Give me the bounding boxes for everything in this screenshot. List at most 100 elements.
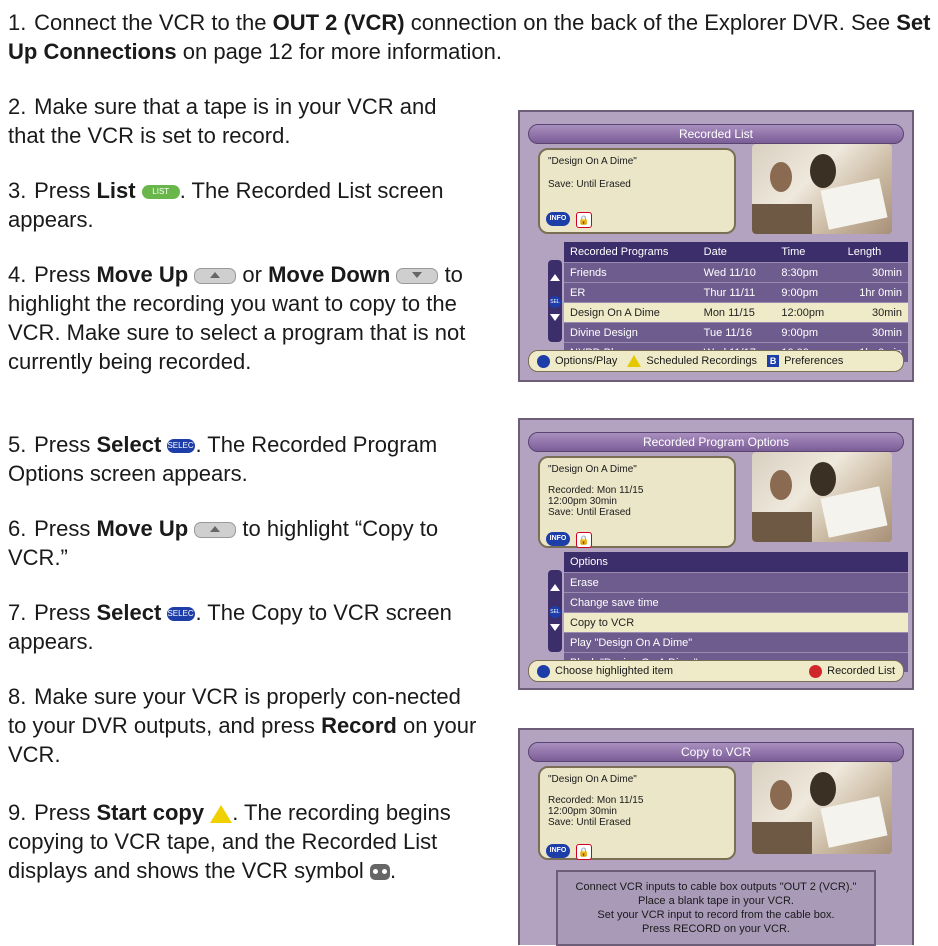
footer-label: Scheduled Recordings <box>646 355 758 367</box>
list-key-icon: LIST <box>141 185 180 200</box>
copy-to-vcr-screen: Copy to VCR "Design On A Dime" Recorded:… <box>518 728 914 946</box>
footer-label: Options/Play <box>555 355 618 367</box>
message-line: Place a blank tape in your VCR. <box>638 895 794 907</box>
step-1: 1. Connect the VCR to the OUT 2 (VCR) co… <box>8 8 933 66</box>
table-row[interactable]: ER Thur 11/11 9:00pm 1hr 0min <box>564 282 908 303</box>
info-icons: INFO 🔒 <box>546 532 592 548</box>
step-2: 2. Make sure that a tape is in your VCR … <box>8 92 468 150</box>
menu-item-selected[interactable]: Copy to VCR <box>564 612 908 633</box>
table-cell: Wed 11/10 <box>697 262 776 283</box>
step-6: 6. Press Move Up to highlight “Copy to V… <box>8 514 488 572</box>
program-thumbnail <box>752 144 892 234</box>
table-row[interactable]: Friends Wed 11/10 8:30pm 30min <box>564 262 908 283</box>
footer-scheduled[interactable]: Scheduled Recordings <box>627 355 757 367</box>
step-bold: Start copy <box>96 800 205 825</box>
step-9: 9. Press Start copy . The recording begi… <box>8 798 478 885</box>
table-cell: Tue 11/16 <box>697 322 776 343</box>
step-8: 8. Make sure your VCR is properly con-ne… <box>8 682 478 769</box>
step-bold: List <box>96 178 136 203</box>
step-bold: Select <box>96 600 162 625</box>
table-header: Options <box>564 552 908 573</box>
step-text: on page 12 for more information. <box>176 39 502 64</box>
program-thumbnail <box>752 452 892 542</box>
footer-label: Preferences <box>784 355 844 367</box>
lock-icon: 🔒 <box>576 212 592 228</box>
step-text: Press <box>34 516 97 541</box>
scroll-indicator: SEL <box>548 260 562 342</box>
footer-choose-item[interactable]: Choose highlighted item <box>537 664 674 678</box>
program-thumbnail <box>752 762 892 854</box>
program-title: "Design On A Dime" <box>548 156 637 167</box>
info-icons: INFO 🔒 <box>546 844 592 860</box>
screen-footer: Choose highlighted item Recorded List <box>528 660 904 682</box>
recorded-list-screen: Recorded List "Design On A Dime" Save: U… <box>518 110 914 382</box>
recorded-time: 12:00pm 30min <box>548 496 617 507</box>
step-7: 7. Press Select SELECT. The Copy to VCR … <box>8 598 458 656</box>
step-text: Make sure that a tape is in your VCR and… <box>8 94 437 148</box>
scroll-up-icon <box>550 584 560 591</box>
table-cell: ER <box>564 282 698 303</box>
step-text: connection on the back of the Explorer D… <box>404 10 897 35</box>
menu-item[interactable]: Erase <box>564 572 908 593</box>
step-bold: Select <box>96 432 162 457</box>
instruction-message: Connect VCR inputs to cable box outputs … <box>556 870 876 946</box>
step-text: Press <box>34 432 97 457</box>
lock-icon: 🔒 <box>576 532 592 548</box>
recorded-date: Recorded: Mon 11/15 <box>548 795 644 806</box>
table-cell: 9:00pm <box>775 322 842 343</box>
select-key-icon <box>537 354 550 368</box>
recorded-date: Recorded: Mon 11/15 <box>548 485 644 496</box>
message-line: Connect VCR inputs to cable box outputs … <box>575 881 857 893</box>
table-row[interactable]: Divine Design Tue 11/16 9:00pm 30min <box>564 322 908 343</box>
table-cell: 9:00pm <box>775 282 842 303</box>
scroll-indicator: SEL <box>548 570 562 652</box>
step-bold: Move Up <box>96 516 189 541</box>
step-number: 9. <box>8 800 27 825</box>
select-key-icon: SELECT <box>167 607 199 622</box>
step-text: or <box>236 262 269 287</box>
recordings-table: Recorded Programs Date Time Length Frien… <box>564 242 908 362</box>
scroll-down-icon <box>550 314 560 321</box>
screen-title: Copy to VCR <box>528 742 904 762</box>
column-header: Length <box>841 242 908 263</box>
screen-title: Recorded List <box>528 124 904 144</box>
footer-recorded-list[interactable]: Recorded List <box>809 664 895 678</box>
program-options-screen: Recorded Program Options "Design On A Di… <box>518 418 914 690</box>
table-cell: Friends <box>564 262 698 283</box>
table-cell: Thur 11/11 <box>697 282 776 303</box>
table-row-selected[interactable]: Design On A Dime Mon 11/15 12:00pm 30min <box>564 302 908 323</box>
info-icons: INFO 🔒 <box>546 212 592 228</box>
footer-label: Choose highlighted item <box>555 665 674 677</box>
step-number: 4. <box>8 262 27 287</box>
table-cell: 8:30pm <box>775 262 842 283</box>
footer-label: Recorded List <box>827 665 895 677</box>
move-up-key-icon <box>194 522 237 539</box>
menu-item[interactable]: Change save time <box>564 592 908 613</box>
info-icon: INFO <box>546 532 570 546</box>
table-cell: Design On A Dime <box>564 302 698 323</box>
menu-item-label: Play "Design On A Dime" <box>564 632 908 653</box>
step-text: Press <box>34 800 97 825</box>
message-line: Press RECORD on your VCR. <box>642 923 790 935</box>
select-key-icon <box>537 664 550 678</box>
footer-options-play[interactable]: Options/Play <box>537 354 618 368</box>
step-bold: Move Down <box>268 262 391 287</box>
menu-item[interactable]: Play "Design On A Dime" <box>564 632 908 653</box>
info-icon: INFO <box>546 844 570 858</box>
table-cell: Mon 11/15 <box>697 302 776 323</box>
step-number: 5. <box>8 432 27 457</box>
step-number: 3. <box>8 178 27 203</box>
table-cell: Divine Design <box>564 322 698 343</box>
step-3: 3. Press List LIST. The Recorded List sc… <box>8 176 458 234</box>
save-status: Save: Until Erased <box>548 507 631 518</box>
footer-preferences[interactable]: B Preferences <box>767 355 843 367</box>
step-text: Press <box>34 262 97 287</box>
step-number: 8. <box>8 684 27 709</box>
table-header: Recorded Programs Date Time Length <box>564 242 908 263</box>
step-4: 4. Press Move Up or Move Down to highlig… <box>8 260 498 376</box>
select-icon: SEL <box>549 296 561 308</box>
step-bold: Record <box>321 713 397 738</box>
select-icon: SEL <box>549 606 561 618</box>
column-header: Recorded Programs <box>564 242 698 263</box>
b-key-icon: B <box>767 355 780 367</box>
